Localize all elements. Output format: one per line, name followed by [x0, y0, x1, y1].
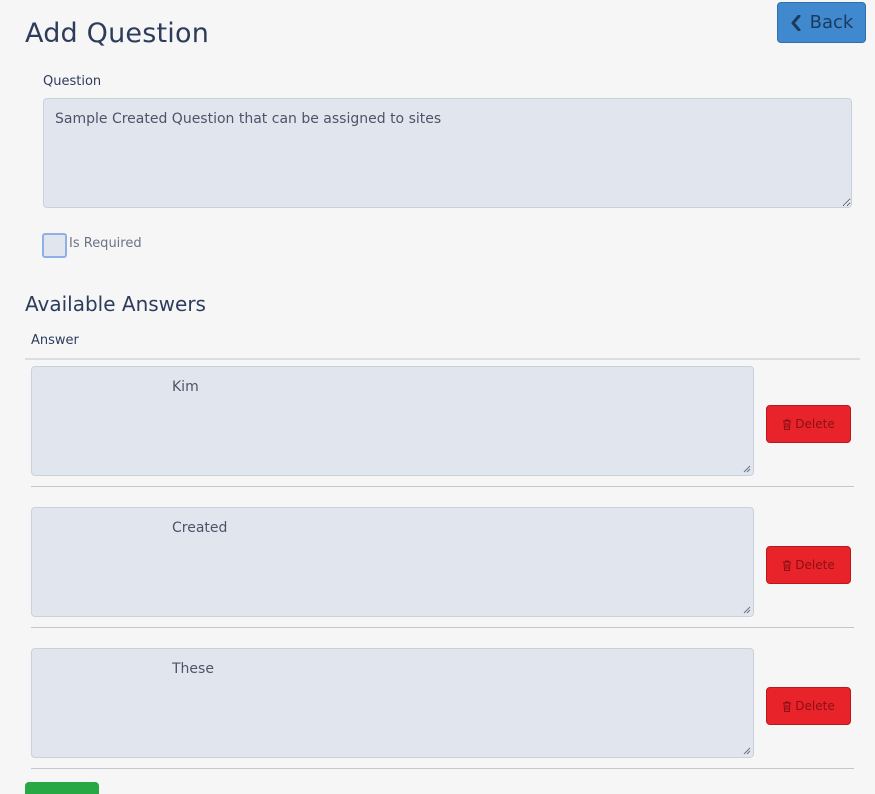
chevron-left-icon: [791, 14, 801, 31]
delete-button[interactable]: Delete: [766, 405, 851, 443]
answer-text: These: [172, 661, 214, 677]
delete-button[interactable]: Delete: [766, 546, 851, 584]
back-button[interactable]: Back: [777, 2, 866, 43]
question-input[interactable]: Sample Created Question that can be assi…: [43, 98, 852, 208]
delete-button-label: Delete: [795, 558, 835, 572]
trash-icon: [783, 419, 792, 430]
is-required-label: Is Required: [69, 236, 142, 251]
add-answer-button[interactable]: [25, 782, 99, 794]
delete-button[interactable]: Delete: [766, 687, 851, 725]
resize-handle-icon[interactable]: [743, 465, 751, 473]
answer-row: Kim Delete: [31, 359, 854, 487]
back-button-label: Back: [809, 12, 854, 33]
page-title: Add Question: [25, 18, 210, 49]
delete-button-label: Delete: [795, 417, 835, 431]
delete-button-label: Delete: [795, 699, 835, 713]
answer-input[interactable]: Created: [31, 507, 754, 617]
trash-icon: [783, 701, 792, 712]
answer-text: Created: [172, 520, 228, 536]
answer-input[interactable]: Kim: [31, 366, 754, 476]
resize-handle-icon[interactable]: [743, 606, 751, 614]
row-divider: [31, 486, 854, 487]
answer-row: These Delete: [31, 641, 854, 769]
resize-handle-icon[interactable]: [743, 747, 751, 755]
row-divider: [31, 627, 854, 628]
answer-row: Created Delete: [31, 500, 854, 628]
trash-icon: [783, 560, 792, 571]
available-answers-title: Available Answers: [25, 292, 206, 316]
answer-column-header: Answer: [31, 333, 79, 348]
answer-input[interactable]: These: [31, 648, 754, 758]
row-divider: [31, 768, 854, 769]
is-required-checkbox[interactable]: [42, 233, 67, 258]
question-label: Question: [43, 74, 102, 89]
answer-text: Kim: [172, 379, 199, 395]
